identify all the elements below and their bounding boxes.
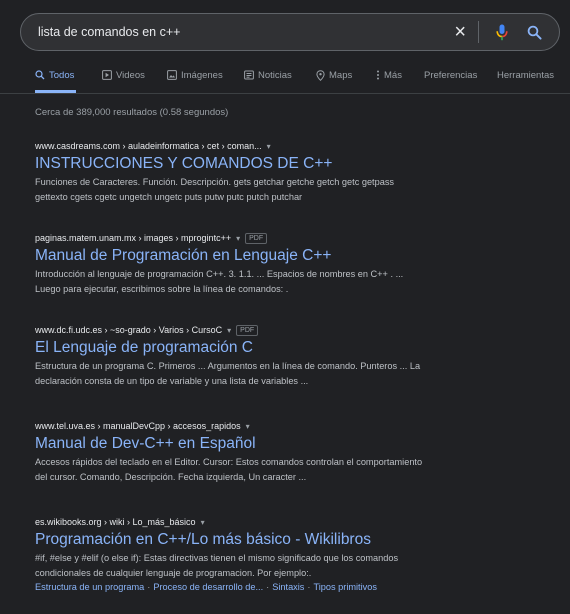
- tab-label: Herramientas: [497, 70, 555, 81]
- search-result: www.casdreams.com › auladeinformatica › …: [35, 139, 540, 204]
- search-tabs: Todos Videos Imágenes Noticias Maps Más …: [0, 64, 570, 94]
- search-result: www.tel.uva.es › manualDevCpp › accesos_…: [35, 419, 540, 484]
- snippet-line: Introducción al lenguaje de programación…: [35, 269, 404, 279]
- search-result: www.dc.fi.udc.es › ~so-grado › Varios › …: [35, 323, 540, 388]
- result-snippet: #if, #else y #elif (o else if): Estas di…: [35, 551, 540, 580]
- caret-down-icon[interactable]: ▾: [227, 324, 231, 337]
- caret-down-icon[interactable]: ▾: [201, 516, 205, 529]
- result-title-link[interactable]: El Lenguaje de programación C: [35, 338, 540, 357]
- result-breadcrumb[interactable]: paginas.matem.unam.mx › images › mprogin…: [35, 232, 231, 245]
- tab-mas[interactable]: Más: [376, 70, 402, 93]
- pdf-badge: PDF: [236, 324, 259, 336]
- sitelink[interactable]: Estructura de un programa: [35, 582, 144, 592]
- caret-down-icon[interactable]: ▾: [267, 140, 271, 153]
- video-icon: [102, 70, 112, 80]
- snippet-line: Funciones de Caracteres. Función. Descri…: [35, 177, 395, 187]
- tab-label: Todos: [49, 70, 75, 81]
- result-title-link[interactable]: Programación en C++/Lo más básico - Wiki…: [35, 530, 540, 549]
- tab-label: Más: [384, 70, 402, 81]
- result-breadcrumb[interactable]: www.casdreams.com › auladeinformatica › …: [35, 140, 262, 153]
- tab-label: Imágenes: [181, 70, 223, 81]
- search-result: es.wikibooks.org › wiki › Lo_más_básico …: [35, 515, 540, 594]
- snippet-line: #if, #else y #elif (o else if): Estas di…: [35, 553, 399, 563]
- pdf-badge: PDF: [245, 232, 268, 244]
- result-snippet: Introducción al lenguaje de programación…: [35, 267, 540, 296]
- search-small-icon: [35, 70, 45, 80]
- tab-preferencias[interactable]: Preferencias: [424, 70, 477, 93]
- search-input[interactable]: lista de comandos en c++: [38, 14, 180, 50]
- sitelinks: Estructura de un programa · Proceso de des…: [35, 580, 540, 594]
- result-breadcrumb[interactable]: es.wikibooks.org › wiki › Lo_más_básico: [35, 516, 196, 529]
- result-snippet: Funciones de Caracteres. Función. Descri…: [35, 175, 540, 204]
- result-breadcrumb[interactable]: www.dc.fi.udc.es › ~so-grado › Varios › …: [35, 324, 222, 337]
- search-divider: [478, 21, 479, 43]
- tab-videos[interactable]: Videos: [102, 70, 145, 93]
- tab-herramientas[interactable]: Herramientas: [497, 70, 554, 93]
- sitelink-separator: ·: [266, 582, 270, 592]
- map-pin-icon: [316, 70, 325, 81]
- tab-maps[interactable]: Maps: [316, 70, 352, 93]
- caret-down-icon[interactable]: ▾: [246, 420, 250, 433]
- result-url[interactable]: es.wikibooks.org › wiki › Lo_más_básico …: [35, 515, 540, 529]
- news-icon: [244, 70, 254, 80]
- result-url[interactable]: www.tel.uva.es › manualDevCpp › accesos_…: [35, 419, 540, 433]
- microphone-icon[interactable]: [491, 21, 513, 43]
- tab-label: Preferencias: [424, 70, 478, 81]
- sitelink[interactable]: Proceso de desarrollo de...: [153, 582, 263, 592]
- result-url[interactable]: www.dc.fi.udc.es › ~so-grado › Varios › …: [35, 323, 540, 337]
- snippet-line: Estructura de un programa C. Primeros ..…: [35, 361, 421, 371]
- tab-noticias[interactable]: Noticias: [244, 70, 292, 93]
- clear-search-icon[interactable]: ×: [448, 22, 472, 42]
- tab-imagenes[interactable]: Imágenes: [167, 70, 223, 93]
- tab-label: Videos: [116, 70, 145, 81]
- result-breadcrumb[interactable]: www.tel.uva.es › manualDevCpp › accesos_…: [35, 420, 241, 433]
- tab-label: Noticias: [258, 70, 292, 81]
- result-url[interactable]: www.casdreams.com › auladeinformatica › …: [35, 139, 540, 153]
- sitelink-separator: ·: [147, 582, 151, 592]
- result-title-link[interactable]: INSTRUCCIONES Y COMANDOS DE C++: [35, 154, 540, 173]
- search-bar[interactable]: lista de comandos en c++ ×: [20, 13, 560, 51]
- search-actions: ×: [448, 14, 545, 50]
- result-title-link[interactable]: Manual de Dev-C++ en Español: [35, 434, 540, 453]
- search-icon[interactable]: [523, 21, 545, 43]
- sitelink[interactable]: Sintaxis: [272, 582, 304, 592]
- sitelink[interactable]: Tipos primitivos: [313, 582, 376, 592]
- snippet-line: gettexto cgets cgetc ungetch ungetc puts…: [35, 191, 303, 202]
- result-snippet: Estructura de un programa C. Primeros ..…: [35, 359, 540, 388]
- result-stats: Cerca de 389,000 resultados (0.58 segund…: [35, 107, 229, 118]
- tab-todos[interactable]: Todos: [35, 70, 77, 93]
- image-icon: [167, 70, 177, 80]
- snippet-line: declaración consta de un tipo de variabl…: [35, 375, 309, 386]
- search-result: paginas.matem.unam.mx › images › mprogin…: [35, 231, 540, 296]
- result-url[interactable]: paginas.matem.unam.mx › images › mprogin…: [35, 231, 540, 245]
- result-snippet: Accesos rápidos del teclado en el Editor…: [35, 455, 540, 484]
- tab-label: Maps: [329, 70, 353, 81]
- result-title-link[interactable]: Manual de Programación en Lenguaje C++: [35, 246, 540, 265]
- more-vert-icon: [377, 70, 379, 80]
- snippet-line: Luego para ejecutar, escribimos sobre la…: [35, 283, 289, 294]
- caret-down-icon[interactable]: ▾: [236, 232, 240, 245]
- snippet-line: Accesos rápidos del teclado en el Editor…: [35, 457, 423, 467]
- snippet-line: condicionales de cualquier lenguaje de p…: [35, 567, 312, 578]
- snippet-line: del cursor. Comando, Descripción. Fecha …: [35, 471, 307, 482]
